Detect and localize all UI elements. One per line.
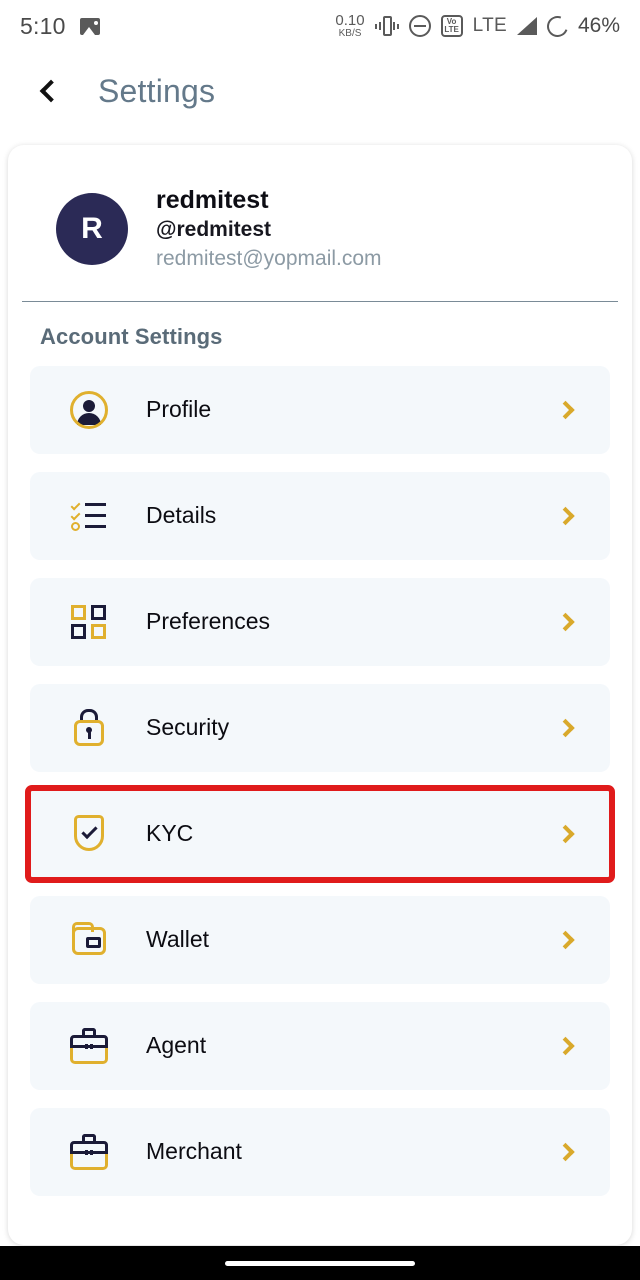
battery-percent-label: 46% [577, 14, 620, 37]
system-nav-bar [0, 1246, 640, 1280]
settings-row-list: Profile Details Preferences Security KYC Wall… [8, 350, 632, 1196]
page-title: Settings [98, 72, 216, 109]
settings-row-label: KYC [146, 820, 194, 847]
network-type-label: LTE [472, 15, 507, 36]
chevron-right-icon[interactable] [556, 1142, 575, 1162]
settings-row-label: Security [146, 714, 230, 741]
chevron-right-icon[interactable] [556, 1036, 575, 1056]
data-rate-value: 0.10 [335, 12, 365, 29]
chevron-right-icon[interactable] [556, 612, 575, 632]
chevron-right-icon[interactable] [556, 506, 575, 526]
chevron-right-icon[interactable] [556, 400, 575, 420]
profile-summary[interactable]: R redmitest @redmitest redmitest@yopmail… [8, 145, 632, 273]
image-icon [79, 17, 100, 35]
padlock-icon [66, 705, 112, 751]
settings-row-wallet[interactable]: Wallet [30, 895, 610, 984]
settings-row-label: Profile [146, 396, 212, 423]
chevron-right-icon[interactable] [556, 718, 575, 738]
home-indicator[interactable] [225, 1260, 415, 1266]
profile-email: redmitest@yopmail.com [156, 246, 382, 270]
checklist-icon [66, 493, 112, 539]
settings-row-profile[interactable]: Profile [30, 365, 610, 454]
settings-row-security[interactable]: Security [30, 683, 610, 772]
status-bar-left: 5:10 [20, 13, 100, 40]
data-rate-unit: KB/S [338, 28, 362, 39]
settings-row-label: Wallet [146, 926, 210, 953]
profile-name: redmitest [156, 186, 269, 214]
status-bar-right: 0.10 KB/S Vo LTE LTE 46% [335, 12, 620, 40]
vibrate-icon [374, 15, 399, 37]
phone-screen: 5:10 0.10 KB/S Vo LTE LTE 46% Settings R… [0, 0, 640, 1280]
briefcase-icon [66, 1129, 112, 1175]
settings-row-merchant[interactable]: Merchant [30, 1107, 610, 1196]
user-circle-icon [66, 387, 112, 433]
chevron-left-icon [39, 79, 62, 103]
settings-row-label: Agent [146, 1032, 207, 1059]
do-not-disturb-icon [408, 15, 431, 37]
avatar: R [56, 192, 128, 265]
shield-check-icon [66, 811, 112, 857]
section-title: Account Settings [40, 323, 223, 349]
settings-row-preferences[interactable]: Preferences [30, 577, 610, 666]
settings-row-kyc[interactable]: KYC [25, 784, 615, 883]
app-header: Settings [0, 58, 640, 124]
status-clock: 5:10 [20, 12, 66, 39]
settings-card: R redmitest @redmitest redmitest@yopmail… [8, 145, 632, 1245]
grid-squares-icon [66, 599, 112, 645]
settings-row-label: Merchant [146, 1138, 242, 1165]
wallet-icon [66, 917, 112, 963]
profile-handle: @redmitest [156, 218, 272, 242]
settings-row-label: Preferences [146, 608, 271, 635]
chevron-right-icon[interactable] [556, 930, 575, 950]
signal-bars-icon [516, 17, 537, 35]
chevron-right-icon[interactable] [556, 824, 575, 844]
volte-line-2: LTE [444, 25, 459, 34]
status-bar: 5:10 0.10 KB/S Vo LTE LTE 46% [0, 0, 640, 52]
volte-icon: Vo LTE [440, 15, 463, 37]
settings-row-details[interactable]: Details [30, 471, 610, 560]
battery-circle-icon [543, 12, 572, 40]
data-rate-indicator: 0.10 KB/S [335, 13, 364, 39]
settings-row-label: Details [146, 502, 217, 529]
back-button[interactable] [20, 63, 76, 119]
briefcase-icon [66, 1023, 112, 1069]
settings-row-agent[interactable]: Agent [30, 1001, 610, 1090]
profile-text-group: redmitest @redmitest redmitest@yopmail.c… [156, 185, 382, 273]
